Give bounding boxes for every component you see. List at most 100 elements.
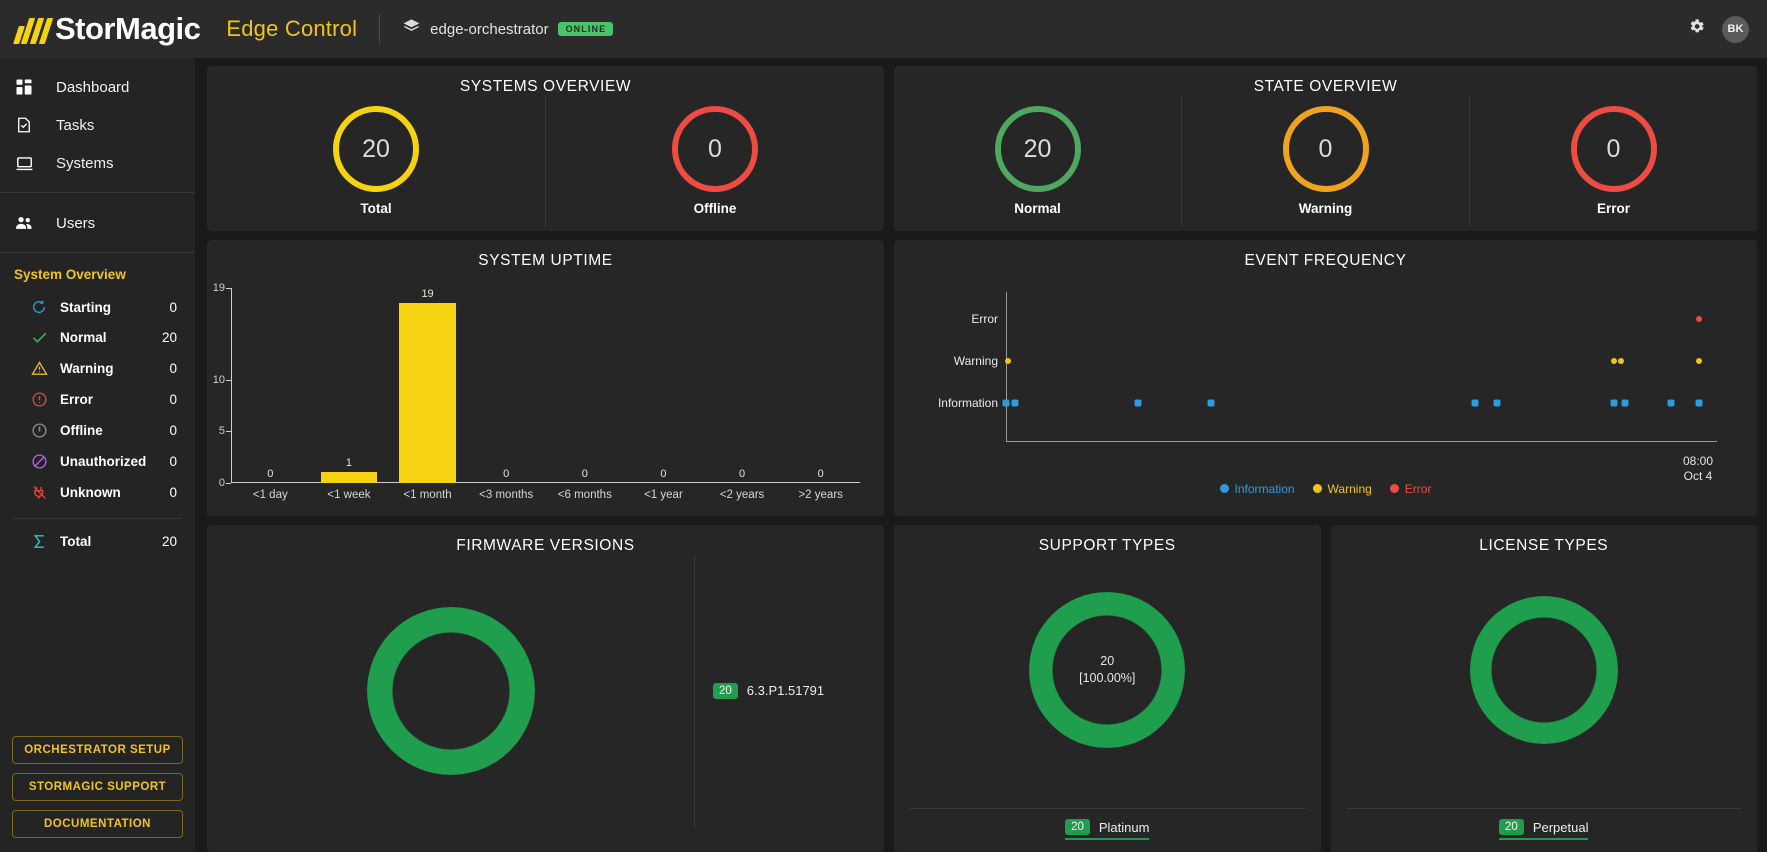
donut-center-label: 20 [100.00%] xyxy=(1079,653,1136,685)
status-row-warning[interactable]: Warning 0 xyxy=(14,353,181,384)
bar-value-label: 0 xyxy=(660,467,667,480)
product-name: Edge Control xyxy=(226,16,358,41)
status-row-normal[interactable]: Normal 20 xyxy=(14,322,181,353)
dashboard-icon xyxy=(12,78,36,96)
event-point[interactable] xyxy=(1618,357,1624,364)
event-point[interactable] xyxy=(1471,399,1479,407)
ban-icon xyxy=(26,453,52,470)
status-row-starting[interactable]: Starting 0 xyxy=(14,292,181,322)
counter-warning[interactable]: 0 Warning xyxy=(1181,96,1469,226)
brand-logo[interactable]: StorMagic xyxy=(13,11,201,47)
legend-item[interactable]: 20 6.3.P1.51791 xyxy=(713,682,824,699)
status-count: 20 xyxy=(161,534,177,549)
gear-icon[interactable] xyxy=(1687,17,1706,41)
sidebar-item-dashboard[interactable]: Dashboard xyxy=(0,68,195,106)
status-count: 20 xyxy=(161,330,177,345)
legend-item[interactable]: Information xyxy=(1219,481,1295,496)
stormagic-support-button[interactable]: STORMAGIC SUPPORT xyxy=(12,773,183,801)
counter-offline[interactable]: 0 Offline xyxy=(545,96,884,226)
orchestrator-selector[interactable]: edge-orchestrator ONLINE xyxy=(402,17,614,41)
event-point[interactable] xyxy=(1011,399,1019,407)
sidebar-item-systems[interactable]: Systems xyxy=(0,144,195,183)
event-point[interactable] xyxy=(1002,399,1010,407)
bar-value-label: 19 xyxy=(421,287,434,300)
legend-label: Information xyxy=(1234,481,1295,496)
counter-normal[interactable]: 20 Normal xyxy=(894,96,1181,226)
x-tick-label: <6 months xyxy=(557,488,612,501)
event-frequency-card: EVENT FREQUENCY 08:00 Oct 4 Error Warning… xyxy=(894,239,1757,516)
event-point[interactable] xyxy=(1610,399,1618,407)
sidebar-action-buttons: ORCHESTRATOR SETUP STORMAGIC SUPPORT DOC… xyxy=(0,736,195,852)
uptime-bar-column[interactable]: 0 xyxy=(231,288,310,483)
status-label: Total xyxy=(60,534,92,549)
card-title: LICENSE TYPES xyxy=(1479,536,1609,554)
counter-total[interactable]: 20 Total xyxy=(207,96,545,226)
uptime-bar-column[interactable]: 0 xyxy=(624,288,703,483)
sidebar: Dashboard Tasks Systems Users System Ove… xyxy=(0,58,195,852)
orchestrator-setup-button[interactable]: ORCHESTRATOR SETUP xyxy=(12,736,183,764)
legend-label: Error xyxy=(1404,481,1432,496)
status-count: 0 xyxy=(169,361,177,376)
event-point[interactable] xyxy=(1005,357,1012,364)
avatar[interactable]: BK xyxy=(1722,15,1749,43)
license-types-card: LICENSE TYPES 20 Perpetual xyxy=(1330,524,1758,852)
bar[interactable] xyxy=(399,302,456,483)
event-row-label: Information xyxy=(937,395,998,410)
legend-item[interactable]: 20 Platinum xyxy=(1065,819,1150,840)
status-row-total[interactable]: Total 20 xyxy=(14,518,181,557)
event-point[interactable] xyxy=(1621,399,1629,407)
legend-count: 20 xyxy=(1499,819,1524,835)
uptime-bar-column[interactable]: 0 xyxy=(467,288,546,483)
legend-item[interactable]: 20 Perpetual xyxy=(1499,819,1589,840)
card-title: SYSTEMS OVERVIEW xyxy=(459,78,632,95)
status-badge: ONLINE xyxy=(557,22,614,36)
legend-item[interactable]: Warning xyxy=(1312,482,1372,496)
uptime-bar-column[interactable]: 1 xyxy=(310,288,389,483)
event-point[interactable] xyxy=(1610,357,1617,364)
license-donut[interactable] xyxy=(1331,555,1758,785)
y-tick-label: 0 xyxy=(218,476,225,489)
top-bar: StorMagic Edge Control edge-orchestrator… xyxy=(0,0,1767,58)
event-point[interactable] xyxy=(1667,399,1675,407)
legend-count: 20 xyxy=(713,682,738,699)
counter-ring: 0 xyxy=(672,106,758,192)
event-point[interactable] xyxy=(1493,399,1501,407)
nav-group-primary: Dashboard Tasks Systems xyxy=(0,58,195,192)
status-label: Offline xyxy=(60,423,103,438)
counter-ring: 20 xyxy=(333,106,419,192)
uptime-bar-column[interactable]: 0 xyxy=(703,288,782,483)
card-title: STATE OVERVIEW xyxy=(1253,78,1398,95)
event-point[interactable] xyxy=(1696,357,1703,364)
event-point[interactable] xyxy=(1696,315,1703,322)
card-title: EVENT FREQUENCY xyxy=(1244,251,1407,269)
event-point[interactable] xyxy=(1695,399,1703,407)
event-row-label: Warning xyxy=(953,353,998,368)
support-donut[interactable]: 20 [100.00%] xyxy=(894,555,1321,785)
counter-error[interactable]: 0 Error xyxy=(1469,96,1757,226)
event-point[interactable] xyxy=(1134,399,1142,407)
status-row-unauthorized[interactable]: Unauthorized 0 xyxy=(14,446,181,477)
event-point[interactable] xyxy=(1207,399,1215,407)
counter-ring: 0 xyxy=(1570,106,1657,192)
support-types-card: SUPPORT TYPES 20 [100.00%] 20 Platinum xyxy=(894,524,1321,852)
uptime-bar-column[interactable]: 0 xyxy=(546,288,625,483)
stormagic-logo-icon xyxy=(13,14,54,44)
status-row-error[interactable]: Error 0 xyxy=(14,384,181,415)
systems-overview-card: SYSTEMS OVERVIEW 20 Total 0 Offline xyxy=(207,66,884,231)
uptime-bar-column[interactable]: 19 xyxy=(388,288,467,483)
documentation-button[interactable]: DOCUMENTATION xyxy=(12,810,183,838)
card-title: SYSTEM UPTIME xyxy=(478,251,613,269)
status-row-offline[interactable]: Offline 0 xyxy=(14,415,181,446)
sidebar-item-tasks[interactable]: Tasks xyxy=(0,106,195,144)
sidebar-item-users[interactable]: Users xyxy=(0,203,195,243)
legend-item[interactable]: Error xyxy=(1389,481,1432,496)
x-tick-label: <1 year xyxy=(644,488,683,501)
layers-icon xyxy=(402,17,421,41)
bar[interactable] xyxy=(320,472,378,483)
uptime-bar-column[interactable]: 0 xyxy=(781,288,860,483)
status-row-unknown[interactable]: Unknown 0 xyxy=(14,477,181,508)
status-label: Normal xyxy=(60,330,107,345)
counter-label: Normal xyxy=(1014,201,1061,216)
firmware-donut[interactable] xyxy=(207,555,694,827)
uptime-x-labels: <1 day <1 week <1 month <3 months <6 months <… xyxy=(231,489,860,501)
